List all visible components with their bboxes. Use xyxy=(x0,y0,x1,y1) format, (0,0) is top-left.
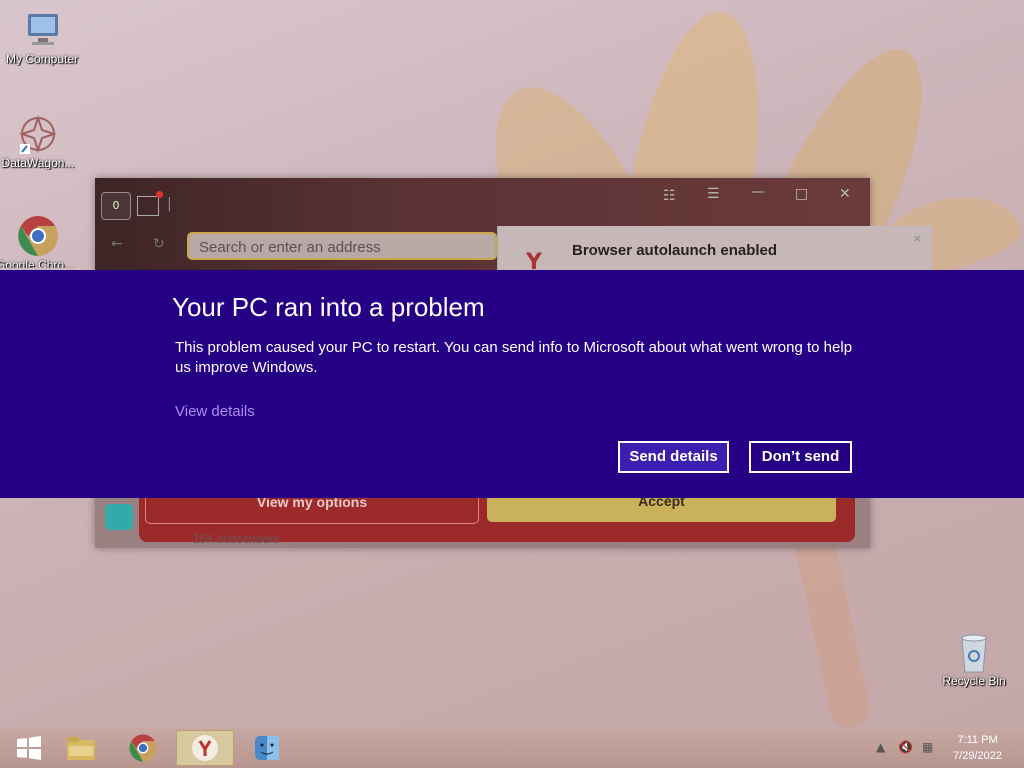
desktop-icon-datawagon[interactable]: DataWagon... xyxy=(0,112,80,170)
desktop-icon-recycle-bin[interactable]: Recycle Bin xyxy=(932,630,1016,688)
home-tab[interactable]: 0 xyxy=(101,192,131,220)
menu-icon[interactable]: ☰ xyxy=(707,186,720,202)
taskbar-yandex[interactable] xyxy=(176,730,234,766)
view-details-link[interactable]: View details xyxy=(175,403,255,420)
taskbar-file-explorer[interactable] xyxy=(52,730,110,766)
error-dialog: Your PC ran into a problem This problem … xyxy=(0,270,1024,498)
notification-dot xyxy=(156,191,163,198)
recycle-bin-icon xyxy=(952,630,996,674)
autolaunch-notification: Y Browser autolaunch enabled × xyxy=(497,226,932,275)
folder-icon xyxy=(67,737,95,760)
desktop-icon-my-computer[interactable]: My Computer xyxy=(0,8,84,66)
error-title: Your PC ran into a problem xyxy=(172,292,485,322)
clock-time: 7:11 PM xyxy=(957,734,998,746)
chrome-icon xyxy=(129,734,157,762)
taskbar: ▲ 🔇 ▦ 7:11 PM 7/29/2022 xyxy=(0,728,1024,768)
windows-icon xyxy=(17,736,41,760)
desktop-icon-label: DataWagon... xyxy=(1,156,75,170)
desktop-icon-chrome[interactable]: Google Chrome xyxy=(0,214,80,268)
tab-separator: | xyxy=(167,196,172,212)
network-icon[interactable]: ▦ xyxy=(922,740,933,754)
desktop-icon-label: Google Chrome xyxy=(0,258,80,268)
maximize-icon[interactable]: □ xyxy=(795,186,808,202)
address-bar[interactable]: Search or enter an address xyxy=(187,232,497,260)
view-options-button[interactable]: View my options xyxy=(145,496,479,524)
minimize-icon[interactable]: — xyxy=(751,184,765,200)
yandex-icon xyxy=(192,735,218,761)
taskbar-finder[interactable] xyxy=(238,730,296,766)
error-message: This problem caused your PC to restart. … xyxy=(175,339,853,376)
clock-date: 7/29/2022 xyxy=(953,750,1002,762)
chrome-icon xyxy=(16,214,60,258)
send-details-button[interactable]: Send details xyxy=(618,441,729,473)
notification-title: Browser autolaunch enabled xyxy=(572,242,778,259)
taskbar-chrome[interactable] xyxy=(114,730,172,766)
dont-send-button[interactable]: Don’t send xyxy=(749,441,852,473)
desktop-icon-label: Recycle Bin xyxy=(942,674,1006,688)
home-tab-badge: 0 xyxy=(112,199,120,212)
start-button[interactable] xyxy=(0,730,58,766)
datawagon-icon xyxy=(16,112,60,156)
refresh-icon[interactable]: ↻ xyxy=(153,236,165,252)
finder-icon xyxy=(255,736,279,760)
close-icon[interactable]: ✕ xyxy=(839,186,851,202)
new-tab-button[interactable] xyxy=(137,191,163,216)
computer-icon xyxy=(20,8,64,52)
bookmarks-icon[interactable]: ☷ xyxy=(663,188,676,204)
back-icon[interactable]: ← xyxy=(111,236,123,252)
sidebar-app-icon[interactable] xyxy=(105,504,133,530)
clock[interactable]: 7:11 PM 7/29/2022 xyxy=(953,732,1002,764)
notification-close-icon[interactable]: × xyxy=(913,232,922,245)
subscriber-count: 15K subscribers xyxy=(193,532,280,546)
volume-muted-icon[interactable]: 🔇 xyxy=(898,740,913,754)
accept-button[interactable]: Accept xyxy=(487,496,836,522)
show-hidden-icons-icon[interactable]: ▲ xyxy=(876,740,885,754)
desktop-icon-label: My Computer xyxy=(5,52,79,66)
